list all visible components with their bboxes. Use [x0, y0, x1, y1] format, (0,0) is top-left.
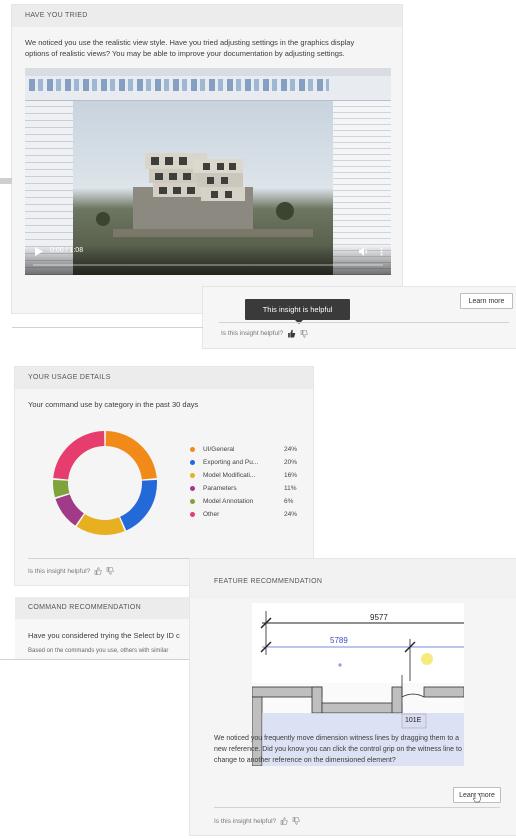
- legend-swatch: [190, 486, 195, 491]
- cursor-hand-icon: [473, 793, 481, 803]
- legend-value: 6%: [284, 498, 294, 505]
- volume-icon[interactable]: [359, 247, 368, 256]
- card-title: FEATURE RECOMMENDATION: [214, 578, 323, 585]
- card-title: HAVE YOU TRIED: [12, 5, 402, 27]
- section-divider: [12, 327, 203, 328]
- donut-slice: [55, 494, 84, 526]
- more-vertical-icon[interactable]: [380, 247, 383, 256]
- feature-recommendation-card: FEATURE RECOMMENDATION 9577 5789 101E We…: [190, 559, 516, 835]
- legend-swatch: [190, 473, 195, 478]
- thumbs-down-icon[interactable]: [292, 817, 300, 825]
- command-recommendation-text: Have you considered trying the Select by…: [28, 631, 180, 640]
- usage-donut-chart: [53, 431, 157, 535]
- helpful-row: Is this insight helpful?: [214, 817, 300, 825]
- command-recommendation-card: COMMAND RECOMMENDATION Have you consider…: [15, 597, 190, 659]
- room-tag: 101E: [405, 717, 422, 724]
- donut-slice: [53, 479, 70, 498]
- donut-slice: [105, 431, 157, 480]
- helpful-divider: [219, 322, 509, 323]
- thumbs-up-icon[interactable]: [287, 329, 296, 338]
- thumbs-up-icon[interactable]: [280, 817, 288, 825]
- donut-slice: [120, 479, 157, 531]
- legend-swatch: [190, 499, 195, 504]
- dimension-top-label: 9577: [370, 613, 388, 622]
- legend-item: Exporting and Pu... 20%: [190, 459, 310, 466]
- section-divider: [0, 659, 190, 660]
- card-title: YOUR USAGE DETAILS: [15, 367, 313, 389]
- legend-value: 20%: [284, 459, 298, 466]
- insight-feedback-strip: This insight is helpful Learn more Is th…: [203, 287, 516, 348]
- usage-details-card: YOUR USAGE DETAILS Your command use by c…: [15, 367, 313, 585]
- dimension-mid-label: 5789: [330, 636, 348, 645]
- have-you-tried-card: HAVE YOU TRIED We noticed you use the re…: [12, 5, 402, 313]
- video-progress-track[interactable]: [33, 264, 383, 266]
- revit-titlebar: [25, 68, 391, 76]
- legend-swatch: [190, 512, 195, 517]
- legend-label: Model Annotation: [203, 498, 254, 505]
- video-time: 0:00 / 1:08: [50, 247, 84, 254]
- legend-value: 16%: [284, 472, 298, 479]
- command-recommendation-subtext: Based on the commands you use, others wi…: [28, 648, 169, 654]
- donut-slice: [76, 514, 125, 535]
- legend-item: Parameters 11%: [190, 485, 310, 492]
- helpful-row: Is this insight helpful?: [28, 567, 114, 575]
- legend-swatch: [190, 447, 195, 452]
- revit-ribbon: [25, 76, 391, 101]
- legend-label: Parameters: [203, 485, 237, 492]
- legend-label: Exporting and Pu...: [203, 459, 259, 466]
- feature-recommendation-text: We noticed you frequently move dimension…: [214, 735, 462, 764]
- legend-label: Other: [203, 511, 220, 518]
- legend-value: 11%: [284, 485, 297, 492]
- have-you-tried-text: We noticed you use the realistic view st…: [25, 38, 355, 58]
- donut-slice: [53, 431, 105, 480]
- legend-item: Model Modificati... 16%: [190, 472, 310, 479]
- thumbs-up-icon[interactable]: [94, 567, 102, 575]
- play-icon[interactable]: [35, 247, 43, 256]
- thumbs-down-icon[interactable]: [106, 567, 114, 575]
- legend-label: Model Modificati...: [203, 472, 256, 479]
- legend-swatch: [190, 460, 195, 465]
- video-player[interactable]: 0:00 / 1:08: [25, 68, 391, 275]
- left-divider-stub: [0, 178, 12, 184]
- legend-item: Other 24%: [190, 511, 310, 518]
- legend-value: 24%: [284, 446, 298, 453]
- thumbs-down-icon[interactable]: [300, 329, 308, 338]
- usage-legend: UI/General 24% Exporting and Pu... 20% Model…: [190, 446, 310, 526]
- legend-item: Model Annotation 6%: [190, 498, 310, 505]
- helpful-row: Is this insight helpful?: [221, 329, 308, 338]
- helpful-divider: [214, 807, 500, 808]
- legend-label: UI/General: [203, 446, 235, 453]
- learn-more-button[interactable]: Learn more: [460, 293, 513, 309]
- usage-subtitle: Your command use by category in the past…: [28, 400, 199, 409]
- helpful-tooltip: This insight is helpful: [245, 299, 350, 320]
- legend-item: UI/General 24%: [190, 446, 310, 453]
- card-title: COMMAND RECOMMENDATION: [15, 597, 190, 619]
- legend-value: 24%: [284, 511, 298, 518]
